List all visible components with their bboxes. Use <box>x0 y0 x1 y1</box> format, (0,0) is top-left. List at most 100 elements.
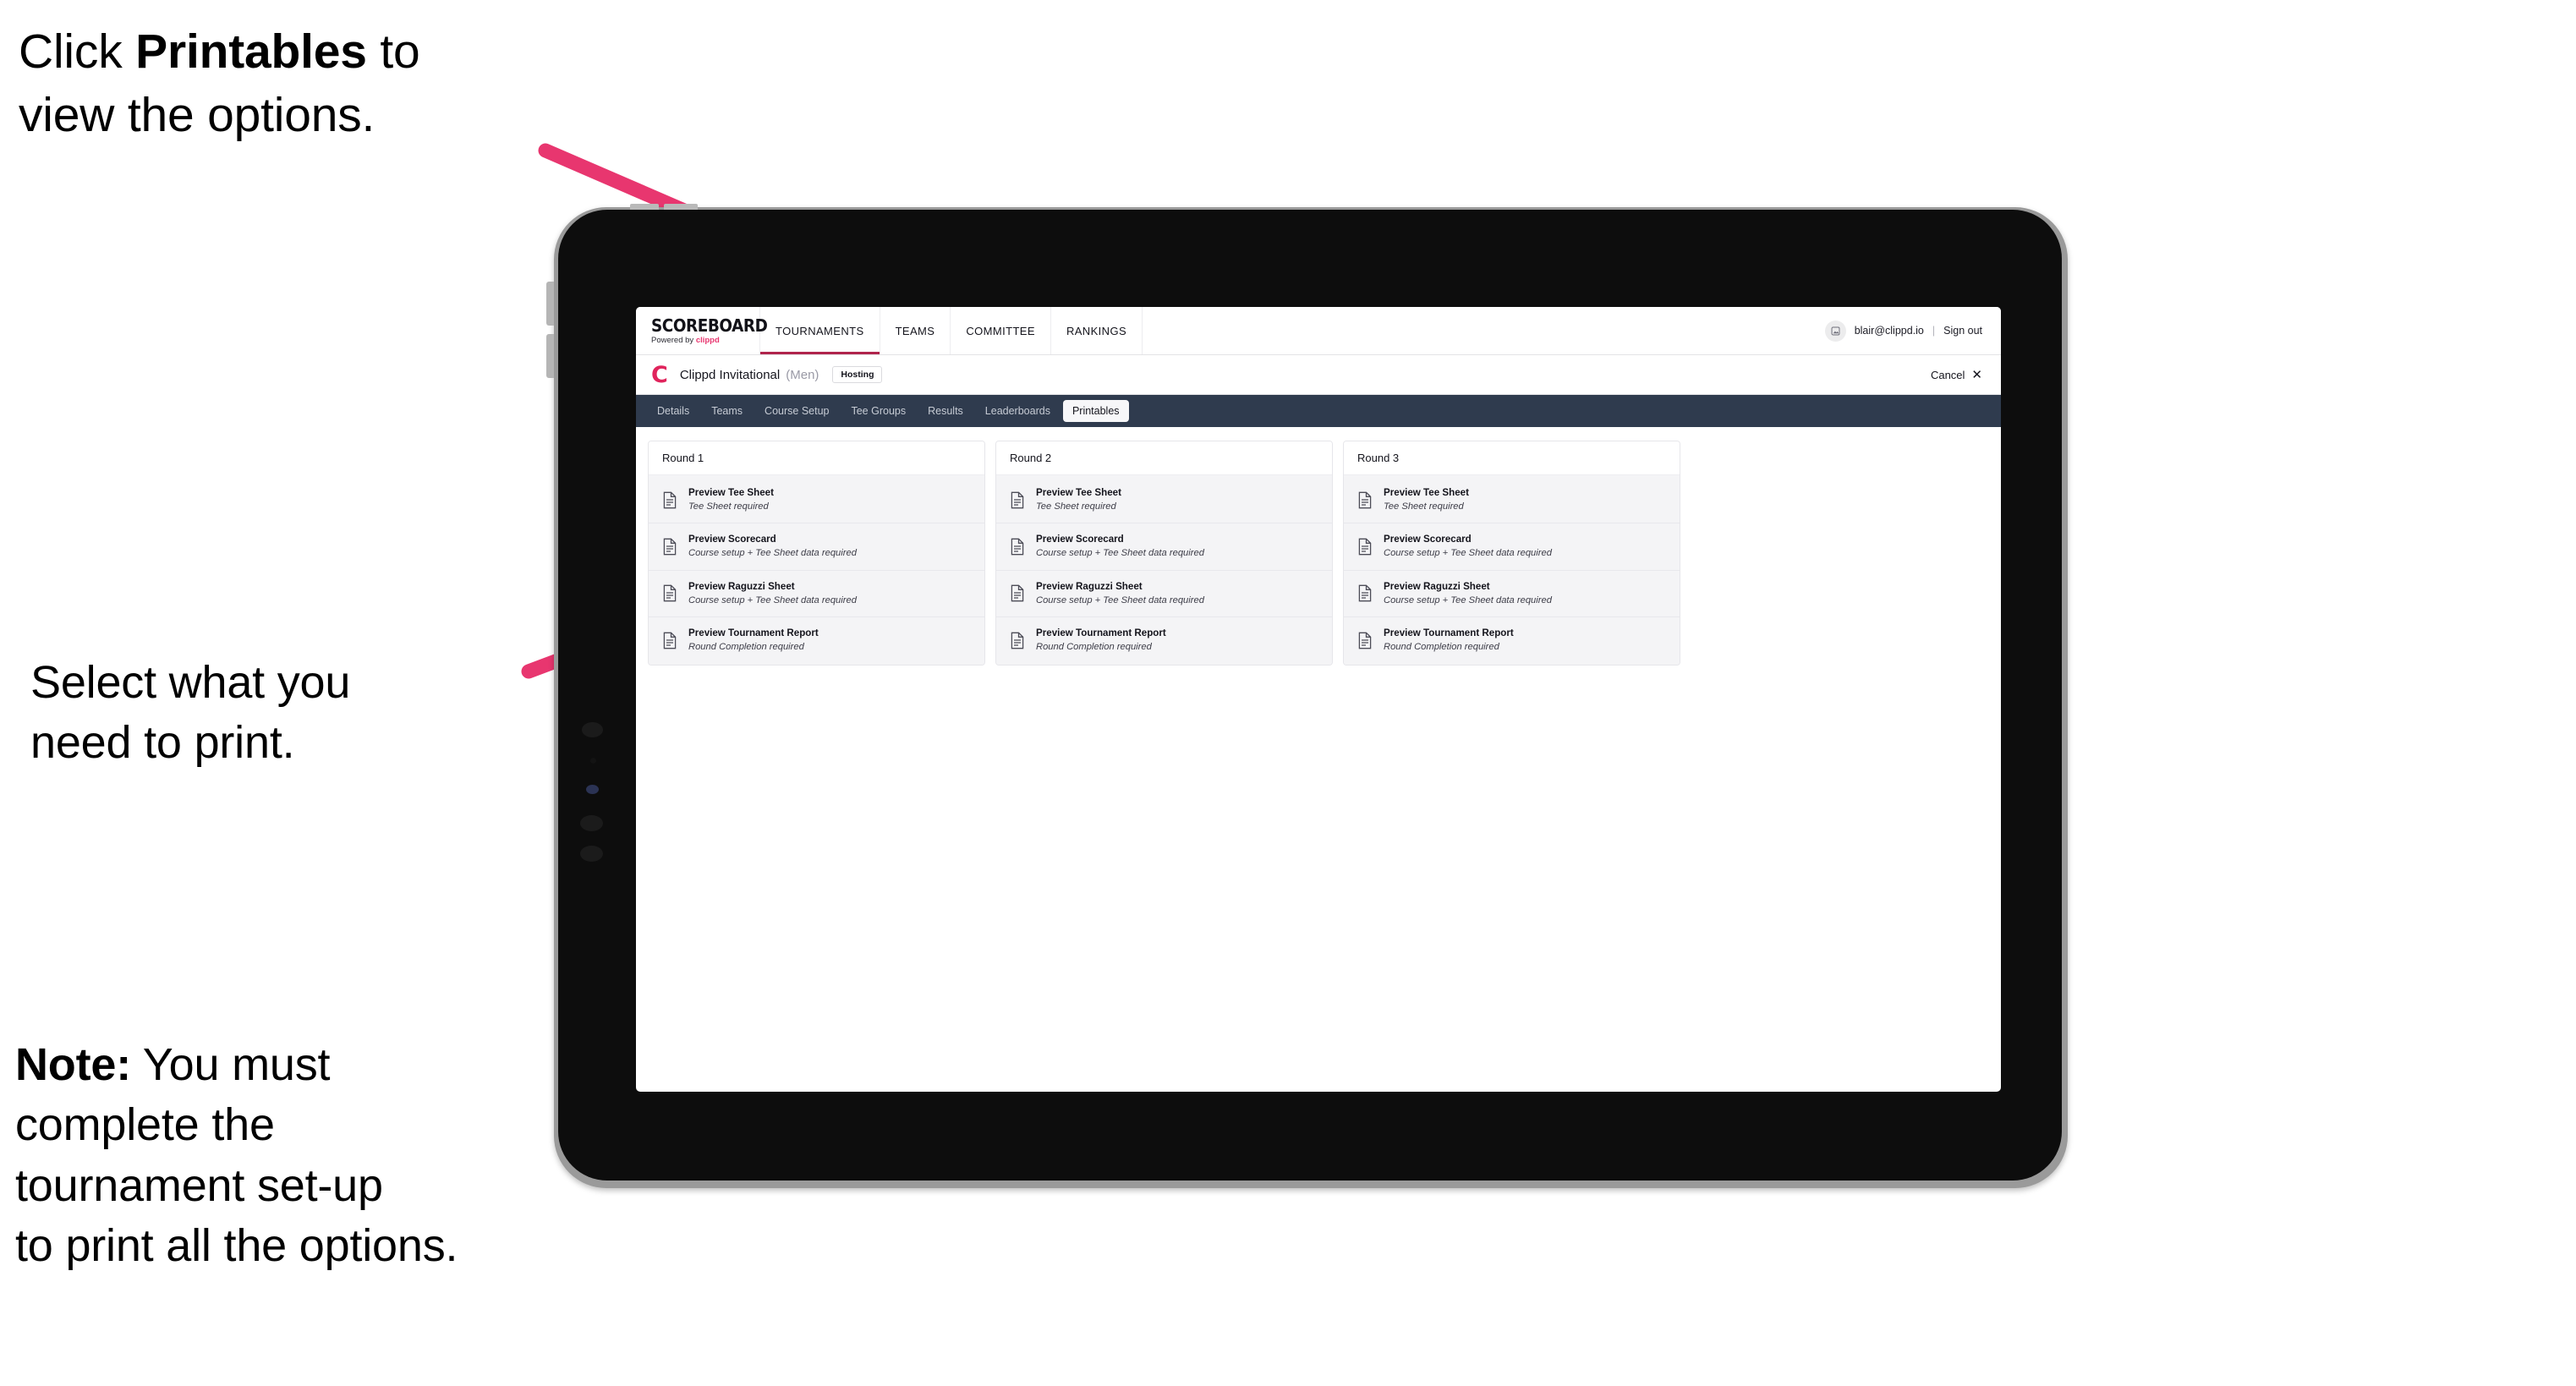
nav-label: RANKINGS <box>1066 324 1127 337</box>
list-item-title: Preview Scorecard <box>1036 534 1124 545</box>
list-item-text: Preview Tee Sheet Tee Sheet required <box>688 487 774 512</box>
user-avatar-icon[interactable] <box>1824 320 1846 342</box>
app-screen: SCOREBOARD Powered by clippd TOURNAMENTS… <box>636 307 2001 1092</box>
tab-teams[interactable]: Teams <box>702 400 752 422</box>
list-item-text: Preview Scorecard Course setup + Tee She… <box>1036 534 1204 559</box>
list-item[interactable]: Preview Tournament Report Round Completi… <box>1344 617 1680 663</box>
list-item[interactable]: Preview Tournament Report Round Completi… <box>996 617 1332 663</box>
close-icon: ✕ <box>1971 367 1982 382</box>
annotation-click-printables: Click Printables to view the options. <box>19 20 577 147</box>
tab-label: Results <box>928 405 963 417</box>
tab-results[interactable]: Results <box>918 400 973 422</box>
list-item-title: Preview Tee Sheet <box>1036 487 1121 498</box>
list-item-text: Preview Tournament Report Round Completi… <box>688 627 819 653</box>
app-header: SCOREBOARD Powered by clippd TOURNAMENTS… <box>636 307 2001 355</box>
tournament-bar: C Clippd Invitational (Men) Hosting Canc… <box>636 355 2001 395</box>
tablet-volume-down-button[interactable] <box>546 334 554 378</box>
list-item-title: Preview Scorecard <box>688 534 776 545</box>
list-item[interactable]: Preview Raguzzi Sheet Course setup + Tee… <box>649 571 984 618</box>
document-icon <box>1357 584 1373 602</box>
list-item[interactable]: Preview Scorecard Course setup + Tee She… <box>1344 523 1680 571</box>
list-item[interactable]: Preview Raguzzi Sheet Course setup + Tee… <box>996 571 1332 618</box>
list-item-subtitle: Course setup + Tee Sheet data required <box>1384 548 1552 559</box>
tablet-camera-dot <box>586 785 599 794</box>
list-item-title: Preview Raguzzi Sheet <box>688 580 795 592</box>
nav-label: TOURNAMENTS <box>776 324 864 337</box>
nav-item-rankings[interactable]: RANKINGS <box>1051 307 1143 354</box>
tab-details[interactable]: Details <box>648 400 699 422</box>
round-column-1: Round 1 Preview Tee Sheet Tee Sheet requ… <box>648 441 985 666</box>
tournament-gender: (Men) <box>786 367 819 382</box>
document-icon <box>662 584 677 602</box>
list-item-title: Preview Tournament Report <box>688 627 819 639</box>
list-item-text: Preview Tournament Report Round Completi… <box>1384 627 1514 653</box>
logo-wordmark: SCOREBOARD <box>651 315 768 336</box>
document-icon <box>1010 491 1025 509</box>
tab-leaderboards[interactable]: Leaderboards <box>976 400 1060 422</box>
list-item-title: Preview Tournament Report <box>1036 627 1166 639</box>
tablet-volume-up-button[interactable] <box>546 282 554 326</box>
list-item-text: Preview Raguzzi Sheet Course setup + Tee… <box>1384 581 1552 606</box>
nav-item-committee[interactable]: COMMITTEE <box>951 307 1051 354</box>
clippd-c-logo-icon: C <box>651 361 668 388</box>
tab-label: Course Setup <box>765 405 830 417</box>
list-item[interactable]: Preview Scorecard Course setup + Tee She… <box>649 523 984 571</box>
list-item-subtitle: Tee Sheet required <box>1384 501 1464 512</box>
nav-item-teams[interactable]: TEAMS <box>880 307 951 354</box>
round-printable-list: Preview Tee Sheet Tee Sheet required Pre… <box>649 475 984 666</box>
list-item[interactable]: Preview Tee Sheet Tee Sheet required <box>649 477 984 524</box>
round-column-3: Round 3 Preview Tee Sheet Tee Sheet requ… <box>1343 441 1680 666</box>
list-item-subtitle: Round Completion required <box>688 641 804 652</box>
list-item-subtitle: Tee Sheet required <box>688 501 769 512</box>
nav-label: COMMITTEE <box>966 324 1035 337</box>
tab-label: Details <box>657 405 690 417</box>
list-item-text: Preview Tournament Report Round Completi… <box>1036 627 1166 653</box>
list-item-text: Preview Scorecard Course setup + Tee She… <box>688 534 857 559</box>
nav-item-tournaments[interactable]: TOURNAMENTS <box>760 307 880 354</box>
cancel-button[interactable]: Cancel ✕ <box>1931 369 1982 381</box>
document-icon <box>1010 538 1025 556</box>
document-icon <box>662 538 677 556</box>
list-item[interactable]: Preview Tee Sheet Tee Sheet required <box>996 477 1332 524</box>
nav-label: TEAMS <box>895 324 935 337</box>
tablet-sensor-dot <box>590 758 596 764</box>
cancel-label: Cancel <box>1930 368 1965 381</box>
tab-label: Tee Groups <box>851 405 907 417</box>
tab-label: Teams <box>711 405 743 417</box>
list-item-text: Preview Scorecard Course setup + Tee She… <box>1384 534 1552 559</box>
round-printable-list: Preview Tee Sheet Tee Sheet required Pre… <box>996 475 1332 666</box>
tab-label: Printables <box>1072 405 1120 417</box>
list-item-title: Preview Scorecard <box>1384 534 1472 545</box>
list-item-subtitle: Course setup + Tee Sheet data required <box>1384 594 1552 605</box>
tournament-name: Clippd Invitational <box>679 367 781 382</box>
tab-printables[interactable]: Printables <box>1062 400 1129 422</box>
tablet-speaker-dot <box>580 815 603 831</box>
list-item-subtitle: Course setup + Tee Sheet data required <box>688 548 857 559</box>
list-item-subtitle: Course setup + Tee Sheet data required <box>1036 548 1204 559</box>
list-item[interactable]: Preview Tournament Report Round Completi… <box>649 617 984 663</box>
list-item-title: Preview Raguzzi Sheet <box>1036 580 1143 592</box>
list-item-text: Preview Tee Sheet Tee Sheet required <box>1036 487 1121 512</box>
account-area: blair@clippd.io | Sign out <box>1824 307 2001 354</box>
list-item[interactable]: Preview Tee Sheet Tee Sheet required <box>1344 477 1680 524</box>
list-item[interactable]: Preview Raguzzi Sheet Course setup + Tee… <box>1344 571 1680 618</box>
logo-clippd-brand: clippd <box>695 335 720 345</box>
annotation-click-bold: Printables <box>135 25 367 79</box>
sign-out-link[interactable]: Sign out <box>1943 325 1982 337</box>
document-icon <box>1357 538 1373 556</box>
scoreboard-logo[interactable]: SCOREBOARD Powered by clippd <box>636 307 768 354</box>
list-item[interactable]: Preview Scorecard Course setup + Tee She… <box>996 523 1332 571</box>
document-icon <box>1357 632 1373 649</box>
tournament-tab-strip: Details Teams Course Setup Tee Groups Re… <box>636 395 2001 427</box>
tab-course-setup[interactable]: Course Setup <box>755 400 838 422</box>
document-icon <box>1010 632 1025 649</box>
annotation-note-bold: Note: <box>15 1039 131 1090</box>
logo-powered-by: Powered by clippd <box>651 337 759 345</box>
round-column-2: Round 2 Preview Tee Sheet Tee Sheet requ… <box>995 441 1333 666</box>
account-email: blair@clippd.io <box>1854 325 1924 337</box>
document-icon <box>662 632 677 649</box>
annotation-click-prefix: Click <box>19 25 136 79</box>
account-separator: | <box>1932 325 1936 337</box>
tab-tee-groups[interactable]: Tee Groups <box>841 400 915 422</box>
list-item-subtitle: Round Completion required <box>1036 641 1152 652</box>
